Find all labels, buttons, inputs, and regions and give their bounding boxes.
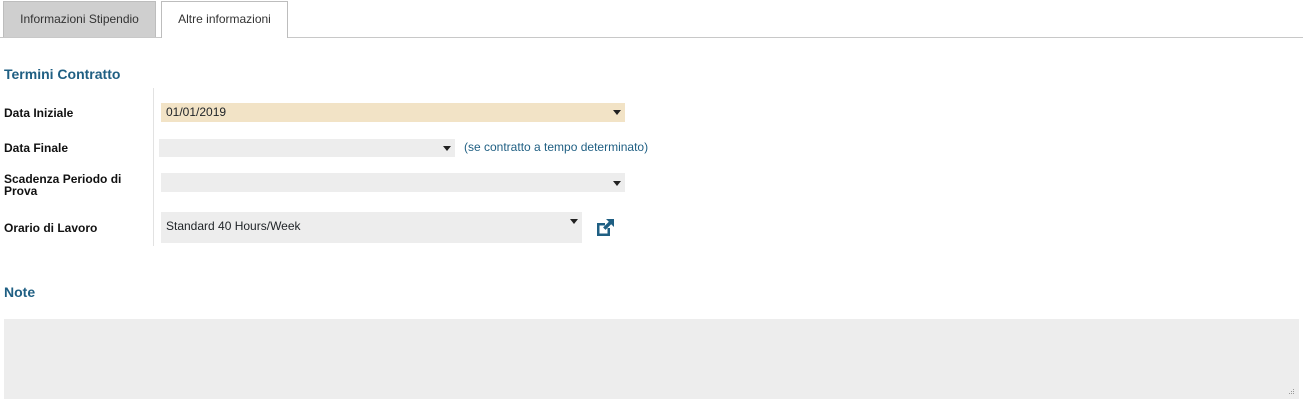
orario-lavoro-value: Standard 40 Hours/Week <box>166 219 301 233</box>
external-link-icon[interactable] <box>594 217 616 239</box>
form-column-divider <box>153 88 154 246</box>
data-finale-hint: (se contratto a tempo determinato) <box>464 140 649 154</box>
scadenza-periodo-prova-label: Scadenza Periodo di Prova <box>4 172 122 198</box>
tab-altre-informazioni[interactable]: Altre informazioni <box>161 1 288 38</box>
data-iniziale-value: 01/01/2019 <box>166 105 227 119</box>
scadenza-periodo-prova-field[interactable] <box>161 173 625 192</box>
chevron-down-icon[interactable] <box>613 110 621 115</box>
orario-lavoro-select[interactable]: Standard 40 Hours/Week <box>161 212 582 243</box>
chevron-down-icon[interactable] <box>613 181 621 186</box>
orario-lavoro-label: Orario di Lavoro <box>4 221 98 235</box>
section-title-termini-contratto: Termini Contratto <box>4 66 121 82</box>
section-title-note: Note <box>4 284 36 300</box>
tab-bar: Informazioni Stipendio Altre informazion… <box>0 0 1303 38</box>
data-finale-label: Data Finale <box>4 141 69 155</box>
resize-grip-icon[interactable] <box>1287 387 1295 395</box>
data-iniziale-field[interactable]: 01/01/2019 <box>161 103 625 122</box>
employee-form-page: Informazioni Stipendio Altre informazion… <box>0 0 1303 406</box>
chevron-down-icon[interactable] <box>443 146 451 151</box>
tab-informazioni-stipendio[interactable]: Informazioni Stipendio <box>3 1 156 37</box>
data-finale-field[interactable] <box>159 139 455 157</box>
data-iniziale-label: Data Iniziale <box>4 106 74 120</box>
note-textarea[interactable] <box>4 319 1299 399</box>
chevron-down-icon[interactable] <box>570 219 578 224</box>
